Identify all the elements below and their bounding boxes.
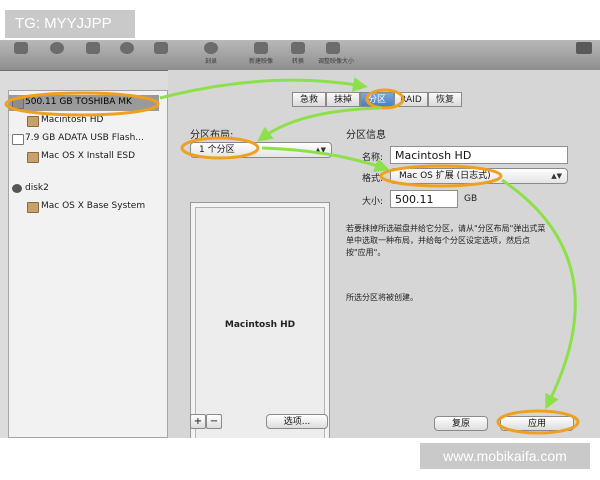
toolbar-convert[interactable]: 转换 [283, 42, 313, 65]
toolbar-convert-label: 转换 [291, 58, 304, 65]
sidebar-item-label: Mac OS X Base System [41, 201, 146, 211]
partition-info-label: 分区信息 [346, 130, 386, 141]
toolbar-new-image[interactable]: 新建映像 [246, 42, 276, 65]
format-popup[interactable]: Mac OS 扩展 (日志式) ▲▼ [390, 168, 568, 184]
toolbar-new-image-label: 新建映像 [248, 58, 273, 65]
tab-first-aid[interactable]: 急救 [292, 92, 326, 107]
partition-pane: 急救 抹掉 分区 RAID 恢复 分区布局: 1 个分区 ▲▼ Macintos… [168, 70, 600, 438]
options-button[interactable]: 选项... [266, 414, 328, 429]
format-label: 格式: [362, 174, 384, 184]
toolbar-item[interactable] [78, 42, 108, 54]
sidebar-item-base-system[interactable]: Mac OS X Base System [9, 199, 159, 215]
sidebar-item-adata-usb[interactable]: 7.9 GB ADATA USB Flash... [9, 131, 159, 147]
sidebar-item-toshiba-disk[interactable]: 500.11 GB TOSHIBA MK [9, 95, 159, 111]
partition-block-name: Macintosh HD [224, 320, 296, 330]
toolbar-item[interactable] [42, 42, 72, 54]
updown-arrows-icon: ▲▼ [315, 146, 326, 154]
sidebar-item-label: Mac OS X Install ESD [41, 151, 136, 161]
updown-arrows-icon: ▲▼ [551, 172, 562, 180]
size-unit-label: GB [464, 194, 478, 204]
new-image-icon [254, 42, 268, 54]
revert-button[interactable]: 复原 [434, 416, 488, 431]
apply-button[interactable]: 应用 [500, 416, 574, 431]
partition-size-field[interactable]: 500.11 [390, 190, 458, 208]
toolbar: 刻录 新建映像 转换 调整映像大小 [0, 40, 600, 71]
volume-icon [27, 116, 39, 127]
burn-icon [204, 42, 218, 54]
volume-icon [27, 202, 39, 213]
mount-icon [86, 42, 100, 54]
toolbar-item[interactable] [146, 42, 176, 54]
instruction-line: 单中选取一种布局，并给每个分区设定选项，然后点 [346, 236, 530, 245]
name-label: 名称: [362, 153, 384, 163]
partition-layout-value: 1 个分区 [199, 145, 235, 155]
toolbar-resize[interactable]: 调整映像大小 [318, 42, 355, 65]
partition-block[interactable]: Macintosh HD [195, 207, 325, 438]
sidebar-item-install-esd[interactable]: Mac OS X Install ESD [9, 149, 159, 165]
partition-name-field[interactable]: Macintosh HD [390, 146, 568, 164]
watermark-bottom: www.mobikaifa.com [420, 443, 590, 469]
log-icon [576, 42, 592, 54]
sidebar-item-disk2[interactable]: disk2 [9, 181, 159, 197]
toolbar-icon [154, 42, 168, 54]
tab-raid[interactable]: RAID [394, 92, 428, 107]
disk-list: 500.11 GB TOSHIBA MK Macintosh HD 7.9 GB… [8, 90, 168, 438]
info-icon [50, 42, 64, 54]
usb-drive-icon [12, 134, 24, 145]
size-label: 大小: [362, 197, 384, 207]
instruction-line: 按"应用"。 [346, 248, 386, 257]
eject-icon [120, 42, 134, 54]
partition-layout-popup[interactable]: 1 个分区 ▲▼ [190, 142, 332, 158]
partition-layout-label: 分区布局: [190, 130, 234, 141]
hard-disk-icon [12, 98, 24, 109]
instruction-line: 若要抹掉所选磁盘并给它分区，请从"分区布局"弹出式菜 [346, 224, 546, 233]
disk-utility-window: 刻录 新建映像 转换 调整映像大小 500.11 GB TOSHIBA MK M… [0, 40, 600, 438]
sidebar-item-label: 500.11 GB TOSHIBA MK [25, 97, 132, 107]
toolbar-item[interactable] [6, 42, 36, 54]
watermark-top: TG: MYYJJPP [5, 10, 135, 38]
add-partition-button[interactable]: + [190, 414, 206, 429]
remove-partition-button[interactable]: − [206, 414, 222, 429]
volume-icon [27, 152, 39, 163]
toolbar-item[interactable] [112, 42, 142, 54]
sidebar-item-label: disk2 [25, 183, 49, 193]
toolbar-resize-label: 调整映像大小 [318, 58, 355, 65]
hdd-icon [14, 42, 28, 54]
format-value: Mac OS 扩展 (日志式) [399, 171, 491, 181]
sidebar-item-macintosh-hd[interactable]: Macintosh HD [9, 113, 159, 129]
log-button[interactable] [574, 42, 594, 62]
partition-status-text: 所选分区将被创建。 [346, 293, 418, 302]
tab-erase[interactable]: 抹掉 [326, 92, 360, 107]
sidebar-item-label: 7.9 GB ADATA USB Flash... [25, 133, 144, 143]
tab-restore[interactable]: 恢复 [428, 92, 462, 107]
toolbar-burn[interactable]: 刻录 [196, 42, 226, 65]
convert-icon [291, 42, 305, 54]
resize-icon [326, 42, 340, 54]
toolbar-burn-label: 刻录 [204, 58, 217, 65]
partition-map: Macintosh HD [190, 202, 330, 438]
disc-icon [12, 184, 22, 193]
partition-instructions: 若要抹掉所选磁盘并给它分区，请从"分区布局"弹出式菜 单中选取一种布局，并给每个… [346, 223, 576, 259]
tab-partition[interactable]: 分区 [360, 92, 394, 107]
sidebar-item-label: Macintosh HD [41, 115, 104, 125]
